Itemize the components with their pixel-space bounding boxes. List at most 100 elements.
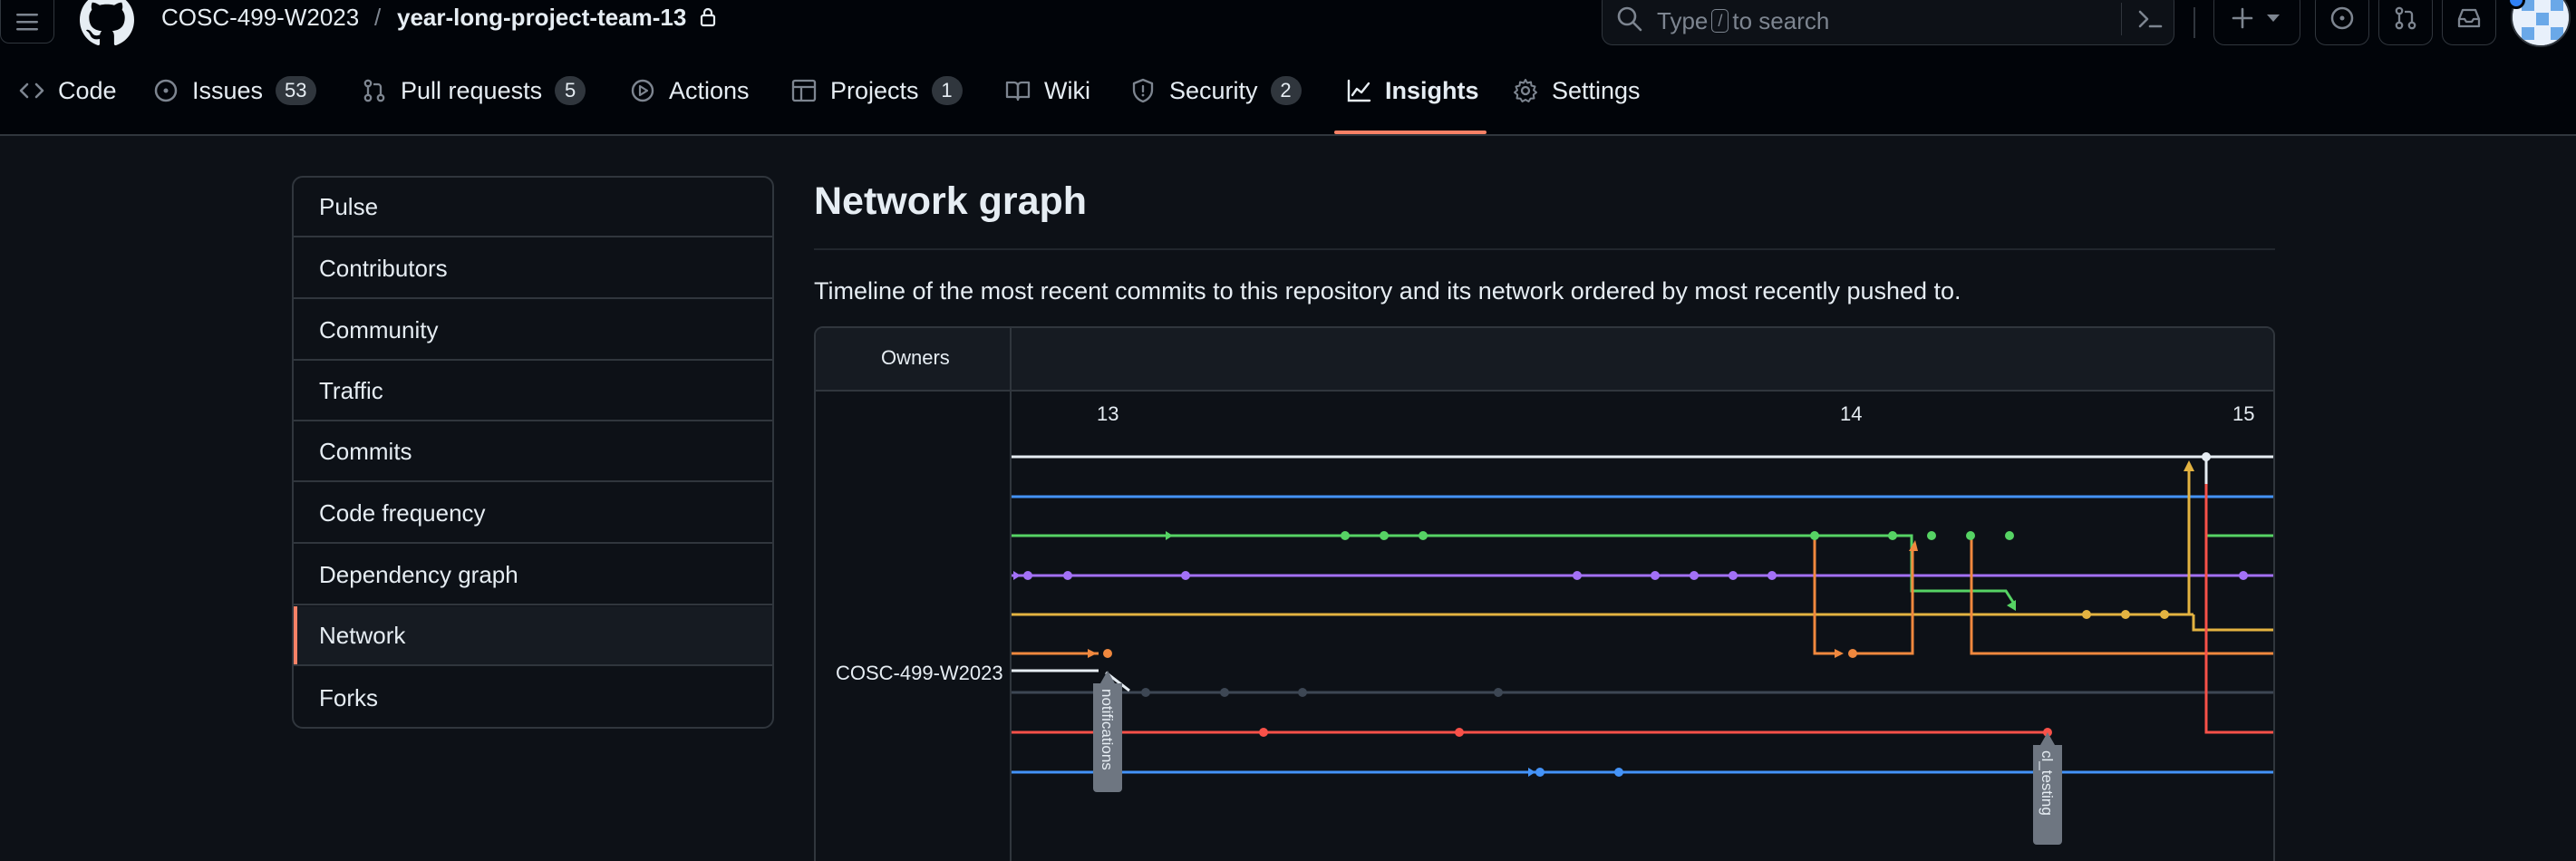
commit-dot bbox=[2202, 452, 2211, 461]
sidebar-item-community[interactable]: Community bbox=[294, 301, 772, 361]
sidebar-item-commits[interactable]: Commits bbox=[294, 422, 772, 482]
lane-arrow-orange bbox=[1088, 649, 1097, 658]
tab-label: Settings bbox=[1552, 76, 1641, 104]
repo-nav: Code Issues 53 Pull requests 5 Actions P… bbox=[0, 47, 2576, 136]
sidebar-item-dependency-graph[interactable]: Dependency graph bbox=[294, 546, 772, 605]
commit-dot bbox=[1023, 571, 1032, 580]
tab-label: Actions bbox=[669, 76, 750, 104]
tab-label: Projects bbox=[830, 76, 919, 104]
breadcrumb-separator: / bbox=[374, 4, 382, 31]
tab-code[interactable]: Code bbox=[18, 47, 117, 134]
commit-dot bbox=[1103, 649, 1112, 658]
search-placeholder: Type / to search bbox=[1657, 7, 1830, 34]
commit-dot bbox=[1063, 571, 1072, 580]
branch-tag-label: cl_testing bbox=[2039, 750, 2056, 816]
commit-dot bbox=[1690, 571, 1699, 580]
lock-icon bbox=[700, 7, 716, 27]
network-graph[interactable]: Owners COSC-499-W2023 13 14 15 notificat… bbox=[814, 326, 2275, 861]
sidebar-item-contributors[interactable]: Contributors bbox=[294, 239, 772, 299]
issue-opened-icon bbox=[154, 79, 178, 102]
commit-dot bbox=[2082, 610, 2091, 619]
tab-projects[interactable]: Projects 1 bbox=[790, 47, 963, 134]
sidebar-item-code-frequency[interactable]: Code frequency bbox=[294, 484, 772, 544]
counter-badge: 53 bbox=[276, 76, 316, 105]
issues-button[interactable] bbox=[2315, 0, 2369, 45]
tab-label: Security bbox=[1169, 76, 1258, 104]
sidebar-item-traffic[interactable]: Traffic bbox=[294, 362, 772, 421]
play-icon bbox=[631, 79, 654, 102]
gear-icon bbox=[1514, 79, 1537, 102]
tab-security[interactable]: Security 2 bbox=[1129, 47, 1302, 134]
counter-badge: 1 bbox=[931, 76, 963, 105]
commit-dot bbox=[1535, 768, 1545, 777]
hamburger-icon bbox=[16, 13, 38, 30]
triangle-down-icon bbox=[2267, 15, 2280, 22]
commit-dot bbox=[1455, 728, 1464, 737]
branch-tag-cl-testing: cl_testing bbox=[2033, 732, 2062, 845]
git-pull-request-icon bbox=[2395, 6, 2416, 30]
search-divider bbox=[2121, 3, 2122, 35]
branch-line-orange-d bbox=[1970, 536, 2273, 655]
commit-dot bbox=[1810, 531, 1819, 540]
sidebar-item-forks[interactable]: Forks bbox=[294, 668, 772, 727]
commit-dot bbox=[1614, 768, 1623, 777]
commit-dot bbox=[2160, 610, 2169, 619]
tab-wiki[interactable]: Wiki bbox=[1004, 47, 1090, 134]
menu-button[interactable] bbox=[0, 0, 54, 44]
git-pull-request-icon bbox=[363, 79, 385, 102]
commit-dot bbox=[1729, 571, 1738, 580]
sidebar-item-pulse[interactable]: Pulse bbox=[294, 178, 772, 237]
header-separator bbox=[2193, 7, 2195, 38]
search-input[interactable]: Type / to search bbox=[1602, 0, 2174, 45]
tab-label: Code bbox=[58, 76, 117, 104]
tab-insights[interactable]: Insights bbox=[1345, 47, 1479, 134]
lane-arrow-purple bbox=[1013, 571, 1021, 580]
commit-dot bbox=[1259, 728, 1268, 737]
commit-dot bbox=[1181, 571, 1190, 580]
network-graph-canvas: notifications cl_testing bbox=[1012, 452, 2273, 845]
create-new-button[interactable] bbox=[2213, 0, 2300, 45]
breadcrumb-owner[interactable]: COSC-499-W2023 bbox=[161, 4, 359, 32]
page-title: Network graph bbox=[814, 179, 1088, 223]
sidebar-item-network[interactable]: Network bbox=[294, 606, 772, 666]
shield-icon bbox=[1132, 78, 1154, 103]
tab-settings[interactable]: Settings bbox=[1512, 47, 1641, 134]
tab-label: Wiki bbox=[1044, 76, 1090, 104]
tab-issues[interactable]: Issues 53 bbox=[152, 47, 316, 134]
page-description: Timeline of the most recent commits to t… bbox=[814, 277, 1961, 305]
issue-opened-icon bbox=[2330, 6, 2354, 30]
active-tab-indicator bbox=[1334, 131, 1487, 134]
merge-arrow-orange bbox=[1835, 649, 1844, 658]
command-palette-icon[interactable] bbox=[2135, 5, 2164, 34]
commit-dot bbox=[2005, 531, 2014, 540]
merge-line-yellow-up bbox=[2184, 470, 2191, 616]
pull-requests-button[interactable] bbox=[2378, 0, 2433, 45]
insights-sidebar: Pulse Contributors Community Traffic Com… bbox=[292, 176, 774, 729]
commit-dot bbox=[1141, 688, 1150, 697]
branch-line-orange-c bbox=[1853, 549, 1914, 655]
lane-arrow-green bbox=[1166, 531, 1173, 540]
search-shortcut-key: / bbox=[1711, 9, 1729, 33]
commit-dot bbox=[1494, 688, 1503, 697]
tab-label: Pull requests bbox=[401, 76, 543, 104]
global-header: COSC-499-W2023 / year-long-project-team-… bbox=[0, 0, 2576, 47]
graph-icon bbox=[1347, 79, 1371, 102]
commit-dot bbox=[1419, 531, 1428, 540]
counter-badge: 5 bbox=[555, 76, 586, 105]
commit-dot bbox=[1573, 571, 1582, 580]
commit-dot bbox=[1298, 688, 1307, 697]
breadcrumb-repo[interactable]: year-long-project-team-13 bbox=[397, 4, 686, 32]
tab-actions[interactable]: Actions bbox=[629, 47, 750, 134]
book-icon bbox=[1005, 81, 1031, 102]
commit-dot bbox=[1220, 688, 1229, 697]
branch-line-orange-b bbox=[1813, 536, 1835, 655]
merge-arrow-yellow bbox=[2184, 460, 2194, 471]
tab-label: Issues bbox=[192, 76, 264, 104]
title-divider bbox=[814, 248, 2275, 250]
commit-dot bbox=[1888, 531, 1897, 540]
commit-dot bbox=[1767, 571, 1777, 580]
tab-pull-requests[interactable]: Pull requests 5 bbox=[361, 47, 586, 134]
branch-tag-label: notifications bbox=[1099, 689, 1116, 770]
inbox-button[interactable] bbox=[2442, 0, 2496, 45]
github-logo-icon[interactable] bbox=[80, 0, 134, 47]
